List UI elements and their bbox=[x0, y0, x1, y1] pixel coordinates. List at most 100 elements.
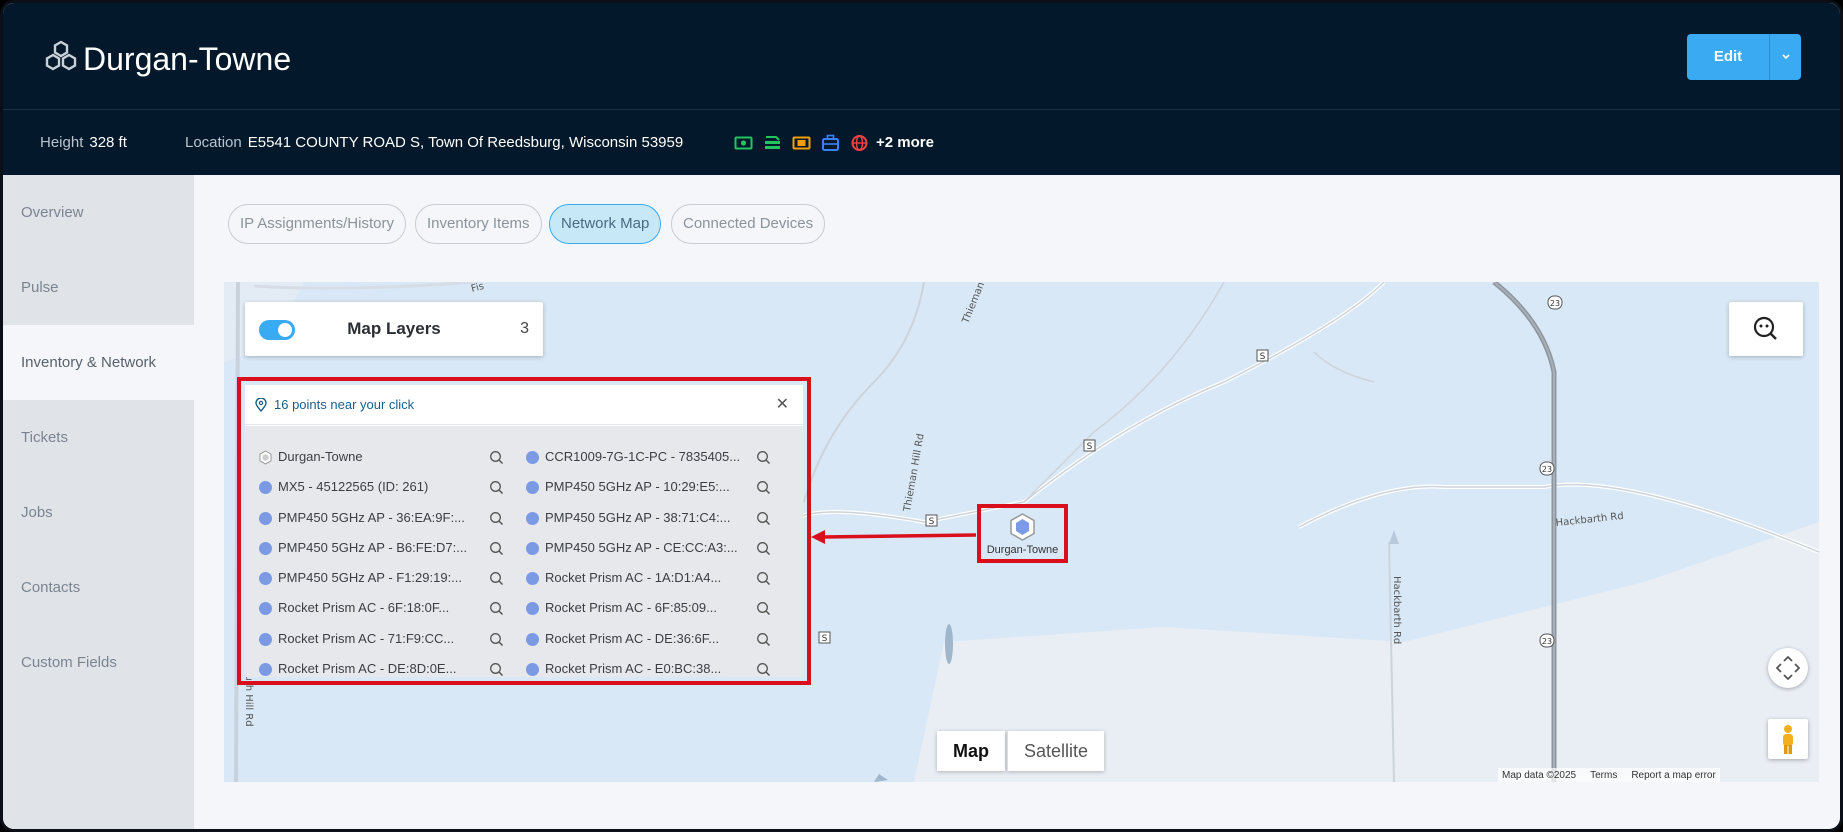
device-dot-icon bbox=[259, 481, 272, 495]
device-dot-icon bbox=[259, 572, 272, 586]
route-s-marker-2: S bbox=[1087, 442, 1093, 452]
list-item[interactable]: PMP450 5GHz AP - 38:71:C4:... bbox=[512, 503, 779, 533]
list-item[interactable]: Rocket Prism AC - E0:BC:38... bbox=[512, 654, 779, 684]
list-item[interactable]: Rocket Prism AC - 71:F9:CC... bbox=[245, 624, 512, 654]
move-arrows-icon bbox=[1775, 655, 1801, 681]
map-type-map-button[interactable]: Map bbox=[937, 731, 1005, 771]
equipment-icon[interactable] bbox=[763, 134, 782, 152]
zoom-to-icon[interactable] bbox=[756, 662, 771, 677]
site-info-bar: Height 328 ft Location E5541 COUNTY ROAD S… bbox=[3, 109, 1840, 175]
chevron-down-icon[interactable] bbox=[1770, 34, 1801, 80]
terms-link[interactable]: Terms bbox=[1590, 770, 1617, 781]
location-pin-icon bbox=[255, 398, 267, 412]
popup-title: 16 points near your click bbox=[274, 397, 415, 412]
location-info: Location E5541 COUNTY ROAD S, Town Of Ree… bbox=[185, 134, 683, 152]
list-item[interactable]: PMP450 5GHz AP - 36:EA:9F:... bbox=[245, 503, 512, 533]
route-23-marker-2: 23 bbox=[1542, 465, 1552, 474]
list-item[interactable]: Rocket Prism AC - 1A:D1:A4... bbox=[512, 563, 779, 593]
zoom-to-icon[interactable] bbox=[489, 632, 504, 647]
list-item[interactable]: Rocket Prism AC - DE:8D:0E... bbox=[245, 654, 512, 684]
zoom-to-icon[interactable] bbox=[489, 511, 504, 526]
point-label: Rocket Prism AC - 1A:D1:A4... bbox=[545, 570, 722, 586]
point-label: Rocket Prism AC - 6F:18:0F... bbox=[278, 600, 450, 616]
camera-icon[interactable] bbox=[792, 134, 811, 152]
zoom-to-icon[interactable] bbox=[756, 541, 771, 556]
zoom-to-icon[interactable] bbox=[489, 601, 504, 616]
edit-button-label[interactable]: Edit bbox=[1687, 34, 1769, 80]
point-label: CCR1009-7G-1C-PC - 7835405... bbox=[545, 449, 741, 464]
zoom-to-icon[interactable] bbox=[489, 541, 504, 556]
location-label: Location bbox=[185, 134, 242, 151]
road-label-fish: Fis bbox=[470, 282, 485, 295]
edit-button[interactable]: Edit bbox=[1687, 34, 1801, 80]
network-map[interactable]: S S S S 23 23 23 Thieman Hill Rd Thieman… bbox=[224, 282, 1819, 782]
zoom-to-icon[interactable] bbox=[489, 480, 504, 495]
list-item[interactable]: Rocket Prism AC - 6F:85:09... bbox=[512, 593, 779, 623]
point-label: Rocket Prism AC - 6F:85:09... bbox=[545, 600, 717, 616]
tab-ip-assignments[interactable]: IP Assignments/History bbox=[228, 204, 406, 244]
map-layers-panel[interactable]: Map Layers 3 bbox=[245, 302, 543, 356]
map-search-button[interactable] bbox=[1729, 302, 1803, 356]
globe-icon[interactable] bbox=[850, 134, 869, 152]
briefcase-icon[interactable] bbox=[821, 134, 840, 152]
close-icon[interactable]: ✕ bbox=[776, 385, 789, 425]
zoom-to-icon[interactable] bbox=[756, 571, 771, 586]
list-item[interactable]: PMP450 5GHz AP - B6:FE:D7:... bbox=[245, 533, 512, 563]
zoom-to-icon[interactable] bbox=[756, 511, 771, 526]
map-type-satellite-button[interactable]: Satellite bbox=[1007, 731, 1105, 771]
list-item[interactable]: PMP450 5GHz AP - F1:29:19:... bbox=[245, 563, 512, 593]
list-item[interactable]: PMP450 5GHz AP - CE:CC:A3:... bbox=[512, 533, 779, 563]
list-item[interactable]: PMP450 5GHz AP - 10:29:E5:... bbox=[512, 472, 779, 502]
height-label: Height bbox=[40, 134, 84, 151]
point-label: Rocket Prism AC - DE:8D:0E... bbox=[278, 661, 457, 677]
sidebar-item-inventory-network[interactable]: Inventory & Network bbox=[3, 325, 194, 400]
zoom-to-icon[interactable] bbox=[756, 601, 771, 616]
sidebar-item-jobs[interactable]: Jobs bbox=[3, 475, 194, 550]
list-item[interactable]: MX5 - 45122565 (ID: 261) bbox=[245, 472, 512, 502]
list-item[interactable]: CCR1009-7G-1C-PC - 7835405... bbox=[512, 442, 779, 472]
road-label-hackbarth-vertical: Hackbarth Rd bbox=[1391, 576, 1402, 644]
point-label: PMP450 5GHz AP - 36:EA:9F:... bbox=[278, 509, 465, 525]
zoom-to-icon[interactable] bbox=[489, 662, 504, 677]
app-window: Durgan-Towne Edit Height 328 ft Location E… bbox=[0, 0, 1843, 832]
point-label: Rocket Prism AC - E0:BC:38... bbox=[545, 661, 722, 677]
sidebar: Overview Pulse Inventory & Network Ticke… bbox=[3, 175, 194, 829]
nearby-points-popup: 16 points near your click ✕ Durgan-Towne bbox=[245, 385, 803, 677]
money-icon[interactable] bbox=[734, 134, 753, 152]
sidebar-item-pulse[interactable]: Pulse bbox=[3, 250, 194, 325]
sidebar-item-custom-fields[interactable]: Custom Fields bbox=[3, 625, 194, 700]
device-dot-icon bbox=[526, 481, 539, 495]
zoom-to-icon[interactable] bbox=[489, 450, 504, 465]
page-title: Durgan-Towne bbox=[83, 41, 292, 77]
zoom-to-icon[interactable] bbox=[756, 480, 771, 495]
sidebar-item-overview[interactable]: Overview bbox=[3, 175, 194, 250]
route-23-marker-3: 23 bbox=[1542, 637, 1552, 646]
device-dot-icon bbox=[526, 451, 539, 464]
map-pan-control[interactable] bbox=[1768, 648, 1808, 688]
zoom-to-icon[interactable] bbox=[756, 632, 771, 647]
list-item[interactable]: Rocket Prism AC - 6F:18:0F... bbox=[245, 593, 512, 623]
more-badges-link[interactable]: +2 more bbox=[876, 134, 934, 152]
selected-site-marker[interactable]: Durgan-Towne bbox=[977, 504, 1068, 563]
report-error-link[interactable]: Report a map error bbox=[1631, 770, 1715, 781]
device-dot-icon bbox=[259, 541, 272, 555]
device-dot-icon bbox=[526, 541, 539, 555]
route-s-marker-4: S bbox=[822, 634, 828, 644]
site-logo-icon bbox=[45, 40, 77, 71]
zoom-to-icon[interactable] bbox=[756, 450, 771, 465]
device-dot-icon bbox=[526, 632, 539, 646]
point-label: Durgan-Towne bbox=[278, 449, 363, 464]
site-header: Durgan-Towne Edit bbox=[3, 3, 1840, 109]
tab-connected-devices[interactable]: Connected Devices bbox=[671, 204, 826, 244]
street-view-button[interactable] bbox=[1768, 719, 1808, 759]
list-item[interactable]: Rocket Prism AC - DE:36:6F... bbox=[512, 624, 779, 654]
list-item[interactable]: Durgan-Towne bbox=[245, 442, 512, 472]
sidebar-item-contacts[interactable]: Contacts bbox=[3, 550, 194, 625]
route-s-marker-1: S bbox=[1260, 352, 1266, 362]
road-label-thieman-top: Thieman bbox=[960, 282, 987, 326]
point-label: MX5 - 45122565 (ID: 261) bbox=[278, 479, 429, 495]
zoom-to-icon[interactable] bbox=[489, 571, 504, 586]
sidebar-item-tickets[interactable]: Tickets bbox=[3, 400, 194, 475]
tab-inventory-items[interactable]: Inventory Items bbox=[415, 204, 542, 244]
tab-network-map[interactable]: Network Map bbox=[549, 204, 662, 244]
